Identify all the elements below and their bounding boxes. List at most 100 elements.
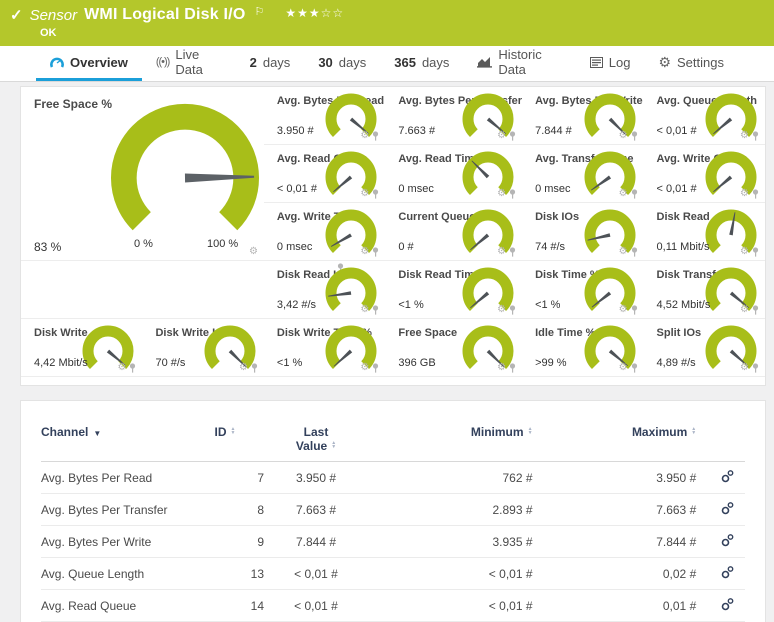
- gauge-settings-icon[interactable]: ⚙: [740, 247, 749, 257]
- col-header-minimum[interactable]: Minimum▲▼: [368, 419, 547, 462]
- gauge-settings-icon[interactable]: ⚙: [619, 247, 628, 257]
- gauge-settings-icon[interactable]: ⚙: [360, 189, 369, 199]
- channel-maximum: 0,02 #: [547, 558, 711, 590]
- channel-name: Avg. Bytes Per Read: [41, 462, 214, 494]
- pin-icon[interactable]: [631, 247, 638, 257]
- gauge-settings-icon[interactable]: ⚙: [239, 363, 248, 373]
- col-header-id[interactable]: ID▲▼: [214, 419, 264, 462]
- channel-table: Channel▼ ID▲▼ LastValue▲▼ Minimum▲▼ Maxi…: [41, 419, 745, 622]
- gauge-value: 0 msec: [535, 183, 570, 195]
- pin-icon[interactable]: [631, 189, 638, 199]
- edit-channel-icon[interactable]: [721, 533, 735, 547]
- edit-channel-icon[interactable]: [721, 501, 735, 515]
- stars-filled[interactable]: ★★★: [285, 6, 320, 20]
- gauge-settings-icon[interactable]: ⚙: [740, 189, 749, 199]
- gauge-settings-icon[interactable]: ⚙: [497, 131, 506, 141]
- tab-365-days[interactable]: 365 days: [380, 46, 463, 81]
- pin-icon[interactable]: [509, 363, 516, 373]
- col-header-channel[interactable]: Channel▼: [41, 419, 214, 462]
- gauge-value: < 0,01 #: [657, 183, 697, 195]
- sort-icon[interactable]: ▲▼: [528, 427, 533, 435]
- pin-icon[interactable]: [372, 363, 379, 373]
- tab-2-days[interactable]: 2 days: [236, 46, 305, 81]
- priority-stars[interactable]: ★★★☆☆: [285, 6, 344, 20]
- tab-live-data[interactable]: ((•)) Live Data: [142, 46, 236, 81]
- gauge-value: 3.950 #: [277, 125, 314, 137]
- sort-icon[interactable]: ▲▼: [691, 427, 696, 435]
- gauge-settings-icon[interactable]: ⚙: [740, 131, 749, 141]
- channel-maximum: 0,01 #: [547, 590, 711, 622]
- pin-icon[interactable]: [372, 305, 379, 315]
- gauge-settings-icon[interactable]: ⚙: [497, 305, 506, 315]
- gauge-cell: Disk Write 4,42 Mbit/s ⚙: [21, 319, 142, 377]
- tab-log[interactable]: Log: [576, 46, 645, 81]
- gauge-settings-icon[interactable]: ⚙: [497, 189, 506, 199]
- pin-icon[interactable]: [509, 131, 516, 141]
- pin-icon[interactable]: [631, 131, 638, 141]
- table-row: Avg. Read Queue 14 < 0,01 # < 0,01 # 0,0…: [41, 590, 745, 622]
- gauge-settings-icon[interactable]: ⚙: [497, 247, 506, 257]
- pin-icon[interactable]: [752, 131, 759, 141]
- channel-last-value: 3.950 #: [264, 462, 368, 494]
- big-gauge-dial: [109, 103, 261, 253]
- tab-30-days[interactable]: 30 days: [304, 46, 380, 81]
- gauge-value: 74 #/s: [535, 241, 565, 253]
- sensor-header: ✓ Sensor WMI Logical Disk I/O ⚐ ★★★☆☆ OK: [0, 0, 774, 46]
- pin-icon[interactable]: [251, 363, 258, 373]
- gauge-cell: Disk Write Time % <1 % ⚙: [264, 319, 385, 377]
- sort-icon[interactable]: ▲▼: [230, 427, 235, 435]
- col-header-maximum[interactable]: Maximum▲▼: [547, 419, 711, 462]
- chart-icon: [477, 57, 492, 68]
- tab-bar: Overview ((•)) Live Data 2 days 30 days …: [0, 46, 774, 82]
- pin-icon[interactable]: [509, 247, 516, 257]
- pin-icon[interactable]: [129, 363, 136, 373]
- gauge-settings-icon[interactable]: ⚙: [117, 363, 126, 373]
- pin-icon[interactable]: [752, 189, 759, 199]
- sort-desc-icon[interactable]: ▼: [93, 429, 101, 438]
- tab-label: days: [263, 55, 290, 70]
- tab-settings[interactable]: ⚙ Settings: [644, 46, 738, 81]
- gauge-settings-icon[interactable]: ⚙: [619, 131, 628, 141]
- channel-id: 7: [214, 462, 264, 494]
- tab-historic-data[interactable]: Historic Data: [463, 46, 575, 81]
- pin-icon[interactable]: [509, 305, 516, 315]
- gauge-cell: Disk Transfer 4,52 Mbit/s ⚙: [644, 261, 765, 319]
- gauge-cell: Avg. Read Queue < 0,01 # ⚙: [264, 145, 385, 203]
- gauge-settings-icon[interactable]: ⚙: [497, 363, 506, 373]
- gauge-settings-icon[interactable]: ⚙: [619, 363, 628, 373]
- col-header-last-value[interactable]: LastValue▲▼: [264, 419, 368, 462]
- gauge-settings-icon[interactable]: ⚙: [360, 247, 369, 257]
- tab-label: days: [339, 55, 366, 70]
- gauge-free-space-percent: Free Space % 0 % 100 % 83 % ⚙: [21, 87, 264, 261]
- gauge-settings-icon[interactable]: ⚙: [360, 363, 369, 373]
- gauge-value: 0 msec: [398, 183, 433, 195]
- flag-icon[interactable]: ⚐: [254, 5, 264, 18]
- gauge-settings-icon[interactable]: ⚙: [360, 305, 369, 315]
- pin-icon[interactable]: [372, 189, 379, 199]
- pin-icon[interactable]: [752, 305, 759, 315]
- pin-icon[interactable]: [631, 363, 638, 373]
- pin-icon[interactable]: [631, 305, 638, 315]
- gauge-settings-icon[interactable]: ⚙: [740, 305, 749, 315]
- gauge-settings-icon[interactable]: ⚙: [360, 131, 369, 141]
- pin-icon[interactable]: [509, 189, 516, 199]
- edit-channel-icon[interactable]: [721, 597, 735, 611]
- pin-icon[interactable]: [372, 131, 379, 141]
- gauge-settings-icon[interactable]: ⚙: [249, 247, 258, 257]
- gauge-settings-icon[interactable]: ⚙: [619, 305, 628, 315]
- pin-icon[interactable]: [372, 247, 379, 257]
- edit-channel-icon[interactable]: [721, 565, 735, 579]
- edit-channel-icon[interactable]: [721, 469, 735, 483]
- gauge-settings-icon[interactable]: ⚙: [740, 363, 749, 373]
- pin-icon[interactable]: [752, 247, 759, 257]
- gauge-settings-icon[interactable]: ⚙: [619, 189, 628, 199]
- gauges-panel: Free Space % 0 % 100 % 83 % ⚙ Avg. Bytes…: [20, 86, 766, 386]
- tab-overview[interactable]: Overview: [36, 46, 142, 81]
- sort-icon[interactable]: ▲▼: [331, 441, 336, 449]
- empty-cell: [21, 261, 264, 319]
- channel-id: 13: [214, 558, 264, 590]
- gauge-cell: Disk Time % <1 % ⚙: [522, 261, 643, 319]
- gauge-value: < 0,01 #: [277, 183, 317, 195]
- stars-empty[interactable]: ☆☆: [321, 6, 345, 20]
- pin-icon[interactable]: [752, 363, 759, 373]
